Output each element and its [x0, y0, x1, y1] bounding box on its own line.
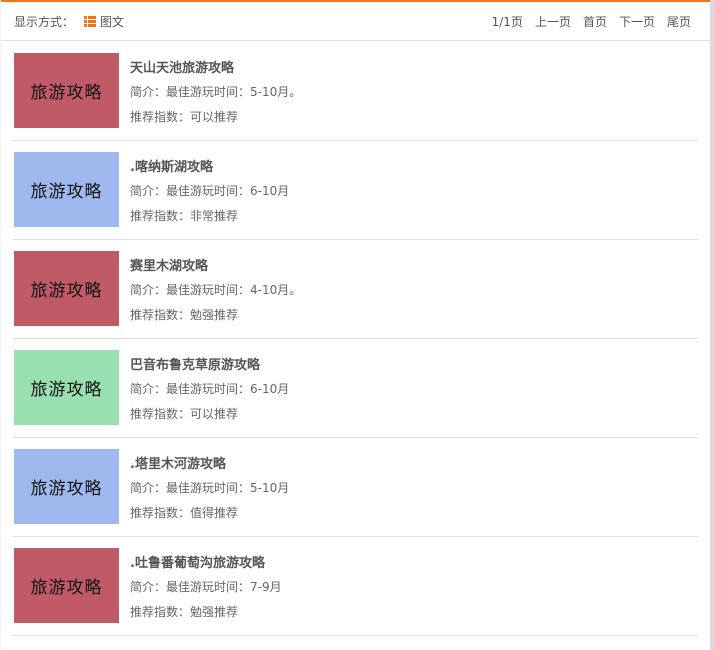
content-panel: 显示方式： 图文 1/1页 上一页 首页 下一页 尾页 旅游攻略 天山天池旅游攻略… — [1, 0, 710, 650]
list-item[interactable]: 旅游攻略 .塔里木河游攻略简介：最佳游玩时间：5-10月 推荐指数：值得推荐 — [13, 438, 698, 537]
guide-recommendation: 推荐指数：勉强推荐 — [130, 605, 239, 619]
list-item[interactable]: 旅游攻略 天山天池旅游攻略简介：最佳游玩时间：5-10月。 推荐指数：可以推荐 — [13, 42, 698, 141]
guide-intro: 简介：最佳游玩时间：5-10月。 — [130, 85, 302, 99]
guide-title-link[interactable]: 赛里木湖攻略 — [130, 255, 208, 274]
list-item[interactable]: 旅游攻略 巴音布鲁克草原游攻略简介：最佳游玩时间：6-10月 推荐指数：可以推荐 — [13, 339, 698, 438]
page-indicator: 1/1页 — [491, 15, 523, 29]
guide-list: 旅游攻略 天山天池旅游攻略 简介：最佳游玩时间：5-10月。 推荐指数：可以推荐 旅游攻… — [13, 42, 698, 636]
view-mode-switch: 显示方式： 图文 — [14, 13, 124, 30]
guide-thumbnail[interactable]: 旅游攻略 — [14, 548, 119, 623]
list-icon[interactable] — [84, 16, 97, 27]
guide-thumbnail[interactable]: 旅游攻略 — [14, 449, 119, 524]
guide-intro: 简介：最佳游玩时间：7-9月 — [130, 580, 282, 594]
guide-recommendation: 推荐指数：非常推荐 — [130, 209, 239, 223]
toolbar: 显示方式： 图文 1/1页 上一页 首页 下一页 尾页 — [1, 2, 710, 41]
prev-page-link[interactable]: 上一页 — [535, 13, 571, 30]
guide-intro: 简介：最佳游玩时间：4-10月。 — [130, 283, 302, 297]
guide-recommendation: 推荐指数：值得推荐 — [130, 506, 239, 520]
next-page-link[interactable]: 下一页 — [619, 13, 655, 30]
guide-intro: 简介：最佳游玩时间：6-10月 — [130, 382, 290, 396]
list-item[interactable]: 旅游攻略 .喀纳斯湖攻略简介：最佳游玩时间：6-10月 推荐指数：非常推荐 — [13, 141, 698, 240]
guide-thumbnail[interactable]: 旅游攻略 — [14, 53, 119, 128]
guide-intro: 简介：最佳游玩时间：6-10月 — [130, 184, 290, 198]
guide-thumbnail[interactable]: 旅游攻略 — [14, 152, 119, 227]
view-mode-label: 显示方式： — [14, 15, 75, 29]
guide-title-link[interactable]: .喀纳斯湖攻略 — [130, 156, 213, 175]
guide-recommendation: 推荐指数：勉强推荐 — [130, 308, 239, 322]
guide-title-link[interactable]: 巴音布鲁克草原游攻略 — [130, 354, 260, 373]
guide-title-link[interactable]: 天山天池旅游攻略 — [130, 57, 234, 76]
pagination: 1/1页 上一页 首页 下一页 尾页 — [492, 13, 691, 30]
list-item[interactable]: 旅游攻略 赛里木湖攻略简介：最佳游玩时间：4-10月。 推荐指数：勉强推荐 — [13, 240, 698, 339]
guide-thumbnail[interactable]: 旅游攻略 — [14, 251, 119, 326]
list-item[interactable]: 旅游攻略 .吐鲁番葡萄沟旅游攻略简介：最佳游玩时间：7-9月 推荐指数：勉强推荐 — [13, 537, 698, 636]
guide-title-link[interactable]: .吐鲁番葡萄沟旅游攻略 — [130, 552, 265, 571]
first-page-link[interactable]: 首页 — [583, 13, 607, 30]
guide-intro: 简介：最佳游玩时间：5-10月 — [130, 481, 290, 495]
guide-recommendation: 推荐指数：可以推荐 — [130, 110, 239, 124]
guide-title-link[interactable]: .塔里木河游攻略 — [130, 453, 226, 472]
last-page-link[interactable]: 尾页 — [667, 13, 691, 30]
scrollbar[interactable] — [710, 0, 714, 650]
guide-thumbnail[interactable]: 旅游攻略 — [14, 350, 119, 425]
view-mode-graphic-text[interactable]: 图文 — [100, 13, 124, 30]
guide-recommendation: 推荐指数：可以推荐 — [130, 407, 239, 421]
